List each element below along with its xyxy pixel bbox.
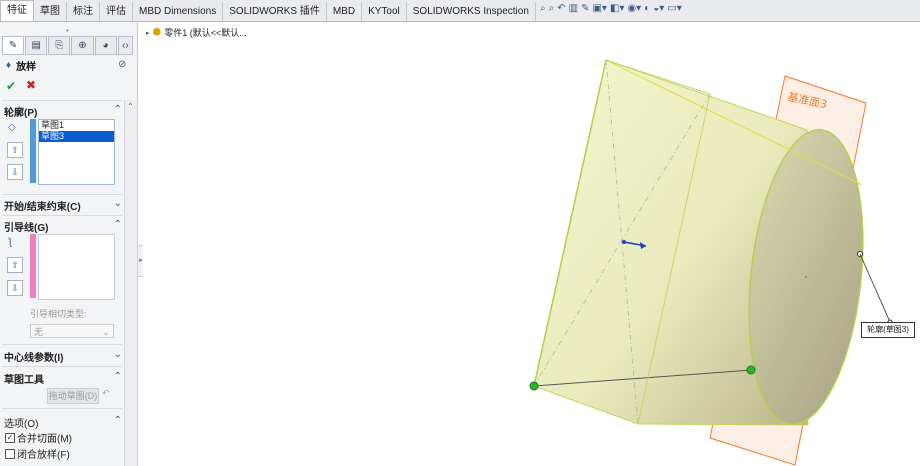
divider (2, 408, 122, 409)
callout-leader (859, 253, 891, 323)
profile-color-bar (30, 119, 36, 183)
tab-mbd[interactable]: MBD (327, 2, 363, 21)
feature-title-label: 放样 (16, 62, 37, 73)
merge-tangent-faces-label: 合并切面(M) (17, 434, 72, 445)
graphics-viewport[interactable]: 基准面3 (143, 22, 920, 466)
zoom-to-area-icon[interactable]: ⌕ (549, 3, 555, 14)
list-item[interactable]: 草图3 (39, 131, 114, 142)
drag-sketch-button[interactable]: 拖动草图(D) (47, 388, 99, 404)
dynamic-annotation-icon[interactable]: ✎ (581, 3, 589, 14)
divider (2, 100, 122, 101)
ok-check-icon[interactable]: ✔ (6, 79, 16, 93)
expand-arrow-icon[interactable]: ▸ (146, 29, 150, 37)
profiles-listbox[interactable]: 草图1 草图3 (38, 119, 115, 185)
checkbox-checked-icon: ✓ (5, 432, 15, 443)
cancel-x-icon[interactable]: ✖ (26, 78, 36, 92)
close-loft-label: 闭合放样(F) (17, 450, 70, 461)
guides-listbox[interactable] (38, 234, 115, 300)
part-name-label: 零件1 (默认<<默认... (164, 28, 247, 38)
profile-selection-icon: ◇ (8, 122, 16, 133)
options-section-header[interactable]: 选项(O) ⌃ (4, 415, 122, 430)
move-up-button[interactable]: ⇧ (7, 142, 23, 158)
centerline-section-header[interactable]: 中心线参数(I) ⌄ (4, 349, 122, 364)
view-orientation-icon[interactable]: ▣▾ (592, 3, 606, 14)
help-icon[interactable]: ⊘ (118, 59, 126, 70)
connector-handle[interactable] (529, 381, 539, 391)
chevron-up-icon[interactable]: ⌃ (114, 371, 122, 386)
start-end-section-label: 开始/结束约束(C) (4, 202, 81, 213)
divider (2, 366, 122, 367)
collapse-handle-icon[interactable]: • (66, 26, 69, 35)
guide-tangency-label: 引导相切类型: (30, 309, 87, 319)
property-manager-tab[interactable]: ▤ (25, 36, 48, 55)
part-icon: ⬢ (152, 27, 162, 38)
sketch-tools-section-header[interactable]: 草图工具 ⌃ (4, 371, 122, 386)
list-item[interactable]: 草图1 (39, 120, 114, 131)
guide-tangency-select[interactable]: 无 ⌄ (30, 324, 114, 338)
heads-up-view-toolbar: ⌕ ⌕ ↶ ▥ ✎ ▣▾ ◧▾ ◉▾ ◐ ◒▾ ▭▾ (540, 3, 682, 14)
centerline-section-label: 中心线参数(I) (4, 353, 64, 364)
property-manager: • ✎ ▤ ⎘ ⊕ ◕ ‹› ♦ 放样 ⊘ ✔ ✖ ⌃ 轮廓(P) ⌃ ◇ 草图… (0, 22, 138, 466)
tab-solidworks-addins[interactable]: SOLIDWORKS 插件 (223, 2, 327, 21)
guide-color-bar (30, 234, 36, 298)
chevron-up-icon[interactable]: ⌃ (114, 104, 122, 119)
guides-section-label: 引导线(G) (4, 223, 49, 234)
feature-manager-tab[interactable]: ✎ (2, 36, 25, 55)
tab-kytool[interactable]: KYTool (362, 2, 407, 21)
feature-tree-root[interactable]: ▸ ⬢ 零件1 (默认<<默认... (146, 26, 247, 39)
chevron-down-icon: ⌄ (102, 327, 110, 337)
manager-tabs: ✎ ▤ ⎘ ⊕ ◕ ‹› (2, 36, 134, 55)
edit-appearance-icon[interactable]: ◐ (644, 3, 650, 14)
profiles-section-label: 轮廓(P) (4, 108, 38, 119)
close-loft-checkbox[interactable]: 闭合放样(F) (5, 446, 70, 461)
display-style-icon[interactable]: ◧▾ (610, 3, 624, 14)
move-up-button[interactable]: ⇧ (7, 257, 23, 273)
center-mark (804, 275, 808, 279)
apply-scene-icon[interactable]: ◒▾ (653, 3, 664, 14)
chevron-down-icon[interactable]: ⌄ (114, 349, 122, 364)
zoom-to-fit-icon[interactable]: ⌕ (540, 3, 546, 14)
section-view-icon[interactable]: ▥ (569, 3, 578, 14)
tab-evaluate[interactable]: 评估 (100, 2, 133, 21)
checkbox-unchecked-icon (5, 448, 15, 459)
tabs-scroll-arrows[interactable]: ‹› (117, 36, 134, 55)
chevron-up-icon[interactable]: ⌃ (114, 415, 122, 430)
guide-tangency-value: 无 (34, 327, 44, 337)
loft-preview-graphic: 基准面3 (529, 59, 893, 466)
loft-icon: ♦ (6, 60, 12, 71)
tab-features[interactable]: 特征 (0, 0, 34, 21)
previous-view-icon[interactable]: ↶ (557, 3, 565, 14)
chevron-up-icon[interactable]: ⌃ (114, 219, 122, 234)
command-manager-tabs: 特征 草图 标注 评估 MBD Dimensions SOLIDWORKS 插件… (0, 0, 920, 22)
tab-mbd-dimensions[interactable]: MBD Dimensions (133, 2, 224, 21)
tab-markup[interactable]: 标注 (67, 2, 100, 21)
profile-callout[interactable]: 轮廓(草图3) (861, 322, 915, 338)
divider (2, 194, 122, 195)
guides-section-header[interactable]: 引导线(G) ⌃ (4, 219, 122, 234)
undo-sketch-drag-icon[interactable]: ↶ (102, 388, 110, 399)
connector-handle[interactable] (746, 365, 756, 375)
hide-show-items-icon[interactable]: ◉▾ (627, 3, 641, 14)
options-section-label: 选项(O) (4, 419, 39, 430)
feature-title: ♦ 放样 (6, 58, 36, 73)
profiles-section-header[interactable]: 轮廓(P) ⌃ (4, 104, 122, 119)
sketch-tools-section-label: 草图工具 (4, 375, 44, 386)
guide-selection-icon: ƪ (8, 237, 12, 248)
scroll-up-icon[interactable]: ⌃ (127, 102, 134, 111)
move-down-button[interactable]: ⇩ (7, 164, 23, 180)
display-manager-tab[interactable]: ◕ (94, 36, 117, 55)
dimxpert-manager-tab[interactable]: ⊕ (71, 36, 94, 55)
tab-sketch[interactable]: 草图 (34, 2, 67, 21)
view-settings-icon[interactable]: ▭▾ (667, 3, 681, 14)
tab-solidworks-inspection[interactable]: SOLIDWORKS Inspection (407, 2, 536, 21)
merge-tangent-faces-checkbox[interactable]: ✓ 合并切面(M) (5, 430, 72, 445)
start-end-section-header[interactable]: 开始/结束约束(C) ⌄ (4, 198, 122, 213)
divider (2, 344, 122, 345)
panel-scrollbar[interactable]: ⌃ (124, 100, 137, 466)
origin-point (622, 240, 626, 244)
divider (2, 215, 122, 216)
chevron-down-icon[interactable]: ⌄ (114, 198, 122, 213)
configuration-manager-tab[interactable]: ⎘ (48, 36, 71, 55)
move-down-button[interactable]: ⇩ (7, 280, 23, 296)
